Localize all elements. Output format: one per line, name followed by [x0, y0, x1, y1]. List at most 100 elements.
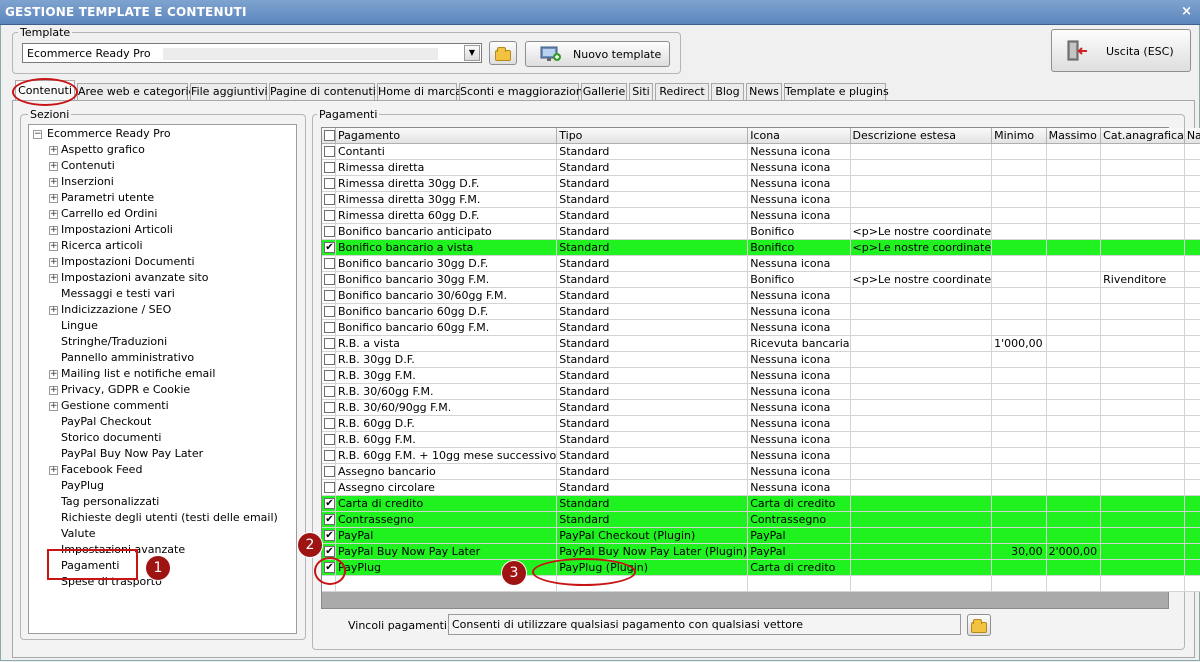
expand-icon[interactable]: +	[49, 242, 58, 251]
row-checkbox[interactable]	[324, 337, 335, 349]
row-checkbox-cell[interactable]: ✔	[322, 527, 336, 544]
table-row[interactable]: R.B. 30gg F.M. Standard Nessuna icona	[322, 367, 1200, 384]
row-checkbox-cell[interactable]	[322, 367, 336, 384]
tab-file-aggiuntivi[interactable]: File aggiuntivi	[190, 83, 268, 100]
table-row[interactable]: Rimessa diretta 30gg F.M. Standard Nessuna…	[322, 191, 1200, 208]
expand-icon[interactable]: +	[49, 386, 58, 395]
row-checkbox[interactable]	[324, 161, 335, 173]
expand-icon[interactable]: +	[49, 226, 58, 235]
expand-icon[interactable]: +	[49, 402, 58, 411]
row-checkbox-cell[interactable]	[322, 287, 336, 304]
row-checkbox-cell[interactable]	[322, 447, 336, 464]
open-template-button[interactable]	[489, 41, 517, 65]
table-row[interactable]: R.B. 30/60/90gg F.M. Standard Nessuna icon…	[322, 399, 1200, 416]
row-checkbox[interactable]	[324, 225, 335, 237]
column-header-descrizione[interactable]: Descrizione estesa	[850, 128, 993, 144]
expand-icon[interactable]: +	[49, 162, 58, 171]
row-checkbox[interactable]: ✔	[324, 513, 335, 525]
tab-redirect[interactable]: Redirect	[655, 83, 709, 100]
expand-icon[interactable]: +	[49, 306, 58, 315]
expand-icon[interactable]: +	[49, 466, 58, 475]
column-header-nazione[interactable]: Nazione	[1184, 128, 1200, 144]
row-checkbox[interactable]	[324, 209, 335, 221]
tab-news[interactable]: News	[746, 83, 782, 100]
table-row[interactable]: ✔ Carta di credito Standard Carta di credit…	[322, 495, 1200, 512]
table-row[interactable]: Bonifico bancario 30gg D.F. Standard Nessu…	[322, 255, 1200, 272]
row-checkbox-cell[interactable]	[322, 255, 336, 272]
table-row[interactable]: R.B. 60gg F.M. Standard Nessuna icona	[322, 431, 1200, 448]
table-row[interactable]: Bonifico bancario anticipato Standard Boni…	[322, 223, 1200, 240]
row-checkbox[interactable]	[324, 481, 335, 493]
row-checkbox[interactable]	[324, 193, 335, 205]
row-checkbox-cell[interactable]	[322, 223, 336, 240]
table-row[interactable]: Bonifico bancario 60gg D.F. Standard Nessu…	[322, 303, 1200, 320]
template-select[interactable]: Ecommerce Ready Pro ▼	[22, 43, 482, 63]
row-checkbox-cell[interactable]	[322, 479, 336, 496]
tab-template-plugins[interactable]: Template e plugins	[784, 83, 889, 100]
table-row[interactable]: ✔ PayPal Buy Now Pay Later PayPal Buy Now …	[322, 543, 1200, 560]
table-row[interactable]: R.B. 30/60gg F.M. Standard Nessuna icona	[322, 383, 1200, 400]
column-header-pagamento[interactable]: Pagamento	[335, 128, 558, 144]
row-checkbox[interactable]: ✔	[324, 241, 335, 253]
row-checkbox-cell[interactable]: ✔	[322, 511, 336, 528]
table-row[interactable]: Bonifico bancario 30gg F.M. Standard Bonif…	[322, 271, 1200, 288]
row-checkbox[interactable]	[324, 417, 335, 429]
tab-sconti[interactable]: Sconti e maggiorazioni	[459, 83, 586, 100]
row-checkbox[interactable]: ✔	[324, 497, 335, 509]
tab-blog[interactable]: Blog	[711, 83, 744, 100]
collapse-icon[interactable]: −	[33, 130, 42, 139]
table-row[interactable]: R.B. 30gg D.F. Standard Nessuna icona	[322, 351, 1200, 368]
row-checkbox[interactable]	[324, 305, 335, 317]
row-checkbox-cell[interactable]	[322, 415, 336, 432]
row-checkbox-cell[interactable]	[322, 159, 336, 176]
row-checkbox-cell[interactable]	[322, 463, 336, 480]
payments-grid[interactable]: Pagamento Tipo Icona Descrizione estesa …	[321, 127, 1200, 609]
row-checkbox[interactable]	[324, 177, 335, 189]
row-checkbox[interactable]	[324, 289, 335, 301]
table-row[interactable]: ✔ PayPal PayPal Checkout (Plugin) PayPal	[322, 527, 1200, 544]
row-checkbox-cell[interactable]	[322, 207, 336, 224]
table-row[interactable]: ✔ Contrassegno Standard Contrassegno	[322, 511, 1200, 528]
row-checkbox[interactable]	[324, 321, 335, 333]
table-row[interactable]: Bonifico bancario 30/60gg F.M. Standard Ne…	[322, 287, 1200, 304]
constraints-field[interactable]: Consenti di utilizzare qualsiasi pagamen…	[448, 614, 961, 635]
table-row[interactable]: Rimessa diretta Standard Nessuna icona	[322, 159, 1200, 176]
row-checkbox[interactable]	[324, 273, 335, 285]
row-checkbox[interactable]	[324, 385, 335, 397]
row-checkbox[interactable]	[324, 465, 335, 477]
table-row[interactable]: Assegno bancario Standard Nessuna icona	[322, 463, 1200, 480]
row-checkbox-cell[interactable]	[322, 191, 336, 208]
row-checkbox[interactable]: ✔	[324, 529, 335, 541]
table-row[interactable]: Assegno circolare Standard Nessuna icona	[322, 479, 1200, 496]
close-icon[interactable]: ×	[1181, 4, 1192, 19]
expand-icon[interactable]: +	[49, 370, 58, 379]
table-row[interactable]: R.B. 60gg D.F. Standard Nessuna icona	[322, 415, 1200, 432]
expand-icon[interactable]: +	[49, 146, 58, 155]
row-checkbox-cell[interactable]: ✔	[322, 239, 336, 256]
row-checkbox-cell[interactable]	[322, 351, 336, 368]
table-row[interactable]: ✔ Bonifico bancario a vista Standard Bonifi…	[322, 239, 1200, 256]
column-header-massimo[interactable]: Massimo	[1046, 128, 1102, 144]
row-checkbox-cell[interactable]	[322, 271, 336, 288]
tab-pagine-contenuti[interactable]: Pagine di contenuti	[269, 83, 376, 100]
row-checkbox[interactable]	[324, 433, 335, 445]
chevron-down-icon[interactable]: ▼	[464, 45, 480, 61]
row-checkbox[interactable]	[324, 401, 335, 413]
row-checkbox-cell[interactable]	[322, 303, 336, 320]
table-row[interactable]: Rimessa diretta 60gg D.F. Standard Nessuna…	[322, 207, 1200, 224]
expand-icon[interactable]: +	[49, 194, 58, 203]
expand-icon[interactable]: +	[49, 210, 58, 219]
table-row[interactable]: Bonifico bancario 60gg F.M. Standard Nessu…	[322, 319, 1200, 336]
row-checkbox-cell[interactable]: ✔	[322, 495, 336, 512]
tab-siti[interactable]: Siti	[629, 83, 653, 100]
row-checkbox-cell[interactable]	[322, 399, 336, 416]
column-header-minimo[interactable]: Minimo	[991, 128, 1047, 144]
table-row[interactable]: Contanti Standard Nessuna icona	[322, 143, 1200, 160]
row-checkbox-cell[interactable]	[322, 431, 336, 448]
row-checkbox[interactable]	[324, 145, 335, 157]
row-checkbox-cell[interactable]	[322, 383, 336, 400]
table-row[interactable]: R.B. 60gg F.M. + 10gg mese successivo Sta…	[322, 447, 1200, 464]
edit-constraints-button[interactable]	[967, 614, 991, 636]
row-checkbox-cell[interactable]	[322, 143, 336, 160]
exit-button[interactable]: Uscita (ESC)	[1051, 29, 1191, 72]
